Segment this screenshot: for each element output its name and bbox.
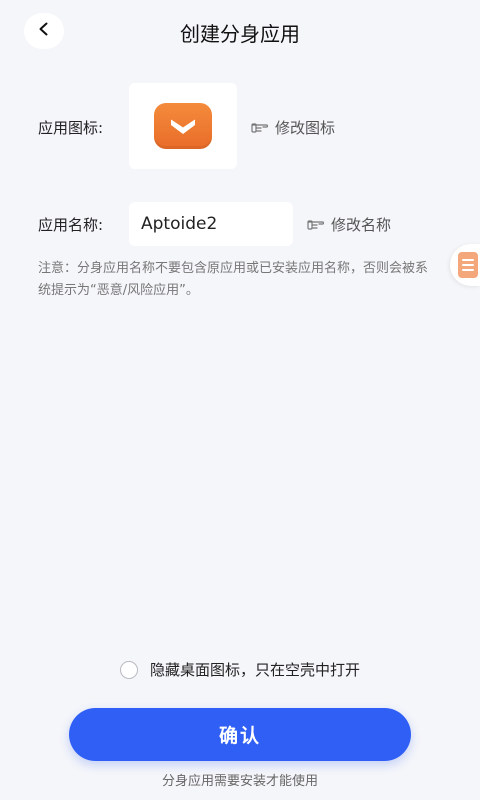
aptoide-logo-icon [154, 103, 212, 149]
create-clone-app-page: 创建分身应用 应用图标: 修改图标 应用名称: 修改名称 [0, 0, 480, 800]
page-title: 创建分身应用 [180, 22, 300, 46]
app-name-input[interactable] [129, 202, 293, 246]
hide-icon-checkbox[interactable] [119, 660, 138, 679]
document-icon [458, 252, 478, 278]
confirm-button[interactable]: 确认 [69, 708, 411, 761]
pointing-hand-icon [307, 219, 325, 231]
side-float-tab[interactable] [450, 244, 480, 286]
app-name-label: 应用名称: [38, 216, 104, 234]
app-icon-label: 应用图标: [38, 119, 104, 137]
naming-note: 注意：分身应用名称不要包含原应用或已安装应用名称，否则会被系统提示为“恶意/风险… [38, 261, 429, 298]
edit-name-label: 修改名称 [331, 216, 392, 234]
hide-icon-option[interactable]: 隐藏桌面图标，只在空壳中打开 [0, 659, 480, 680]
edit-icon-label: 修改图标 [275, 119, 336, 137]
edit-icon-link[interactable]: 修改图标 [251, 117, 335, 138]
hide-icon-label: 隐藏桌面图标，只在空壳中打开 [149, 661, 360, 679]
app-icon-box[interactable] [129, 83, 237, 169]
pointing-hand-icon [251, 122, 269, 134]
edit-name-link[interactable]: 修改名称 [307, 214, 391, 235]
install-hint: 分身应用需要安装才能使用 [161, 774, 318, 789]
